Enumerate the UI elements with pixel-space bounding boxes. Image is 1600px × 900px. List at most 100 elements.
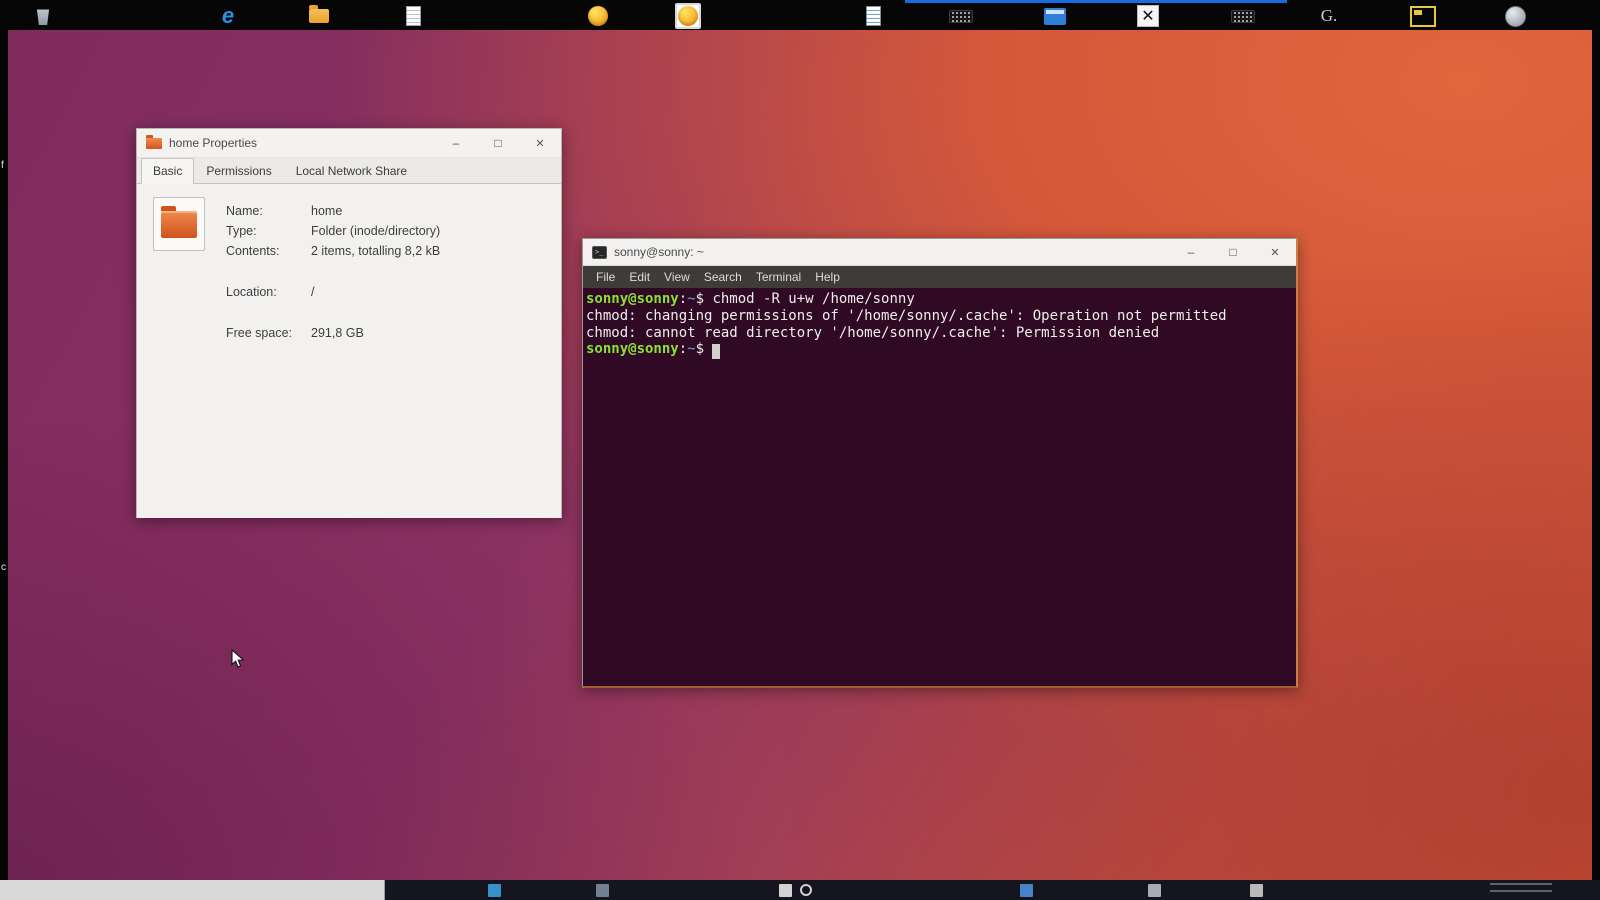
terminal-text: $ [695, 341, 713, 358]
taskbar-app-segment[interactable] [0, 880, 385, 900]
tab-local-network-share[interactable]: Local Network Share [284, 158, 419, 184]
terminal-body[interactable]: sonny@sonny:~$ chmod -R u+w /home/sonny c… [583, 288, 1296, 686]
emoji-icon[interactable] [585, 3, 611, 29]
recycle-bin-icon[interactable] [30, 3, 56, 29]
field-label: Location: [226, 285, 277, 299]
properties-fields: Name: home Type: Folder (inode/directory) Co… [226, 201, 553, 343]
minimize-button[interactable]: – [435, 129, 477, 157]
terminal-line: chmod: cannot read directory '/home/sonn… [586, 325, 1294, 342]
taskbar-icon[interactable] [779, 884, 792, 897]
terminal-cursor [712, 344, 721, 360]
maximize-button[interactable]: □ [1212, 239, 1254, 265]
taskbar-icon[interactable] [488, 884, 501, 897]
globe-icon[interactable] [1502, 3, 1528, 29]
terminal-text: ~ [687, 341, 696, 358]
terminal-text: : [678, 291, 688, 307]
field-value: / [311, 285, 315, 299]
yellow-window-icon[interactable] [1410, 3, 1436, 29]
keyboard-glyph [1231, 9, 1255, 23]
terminal-titlebar[interactable]: >_ sonny@sonny: ~ – □ ✕ [583, 239, 1296, 266]
field-label: Name: [226, 204, 263, 218]
document-icon[interactable] [860, 3, 886, 29]
terminal-text: ~ [687, 291, 696, 307]
keyboard-glyph [949, 9, 973, 23]
folder-glyph [309, 5, 329, 23]
terminal-text: chmod: cannot read directory '/home/sonn… [586, 324, 1160, 341]
field-row: Type: Folder (inode/directory) [226, 221, 553, 241]
field-value: Folder (inode/directory) [311, 224, 441, 238]
globe-glyph [1504, 5, 1526, 27]
taskbar-icon[interactable] [1020, 884, 1033, 897]
keyboard-icon[interactable] [1230, 3, 1256, 29]
window-controls: – □ ✕ [435, 129, 561, 157]
taskbar-icon[interactable] [1250, 884, 1263, 897]
emoji-framed-icon[interactable] [675, 3, 701, 29]
field-label: Contents: [226, 244, 280, 258]
terminal-line: chmod: changing permissions of '/home/so… [586, 308, 1294, 325]
menu-edit[interactable]: Edit [622, 270, 657, 284]
menu-help[interactable]: Help [808, 270, 847, 284]
properties-titlebar[interactable]: home Properties – □ ✕ [137, 129, 561, 158]
properties-content: Name: home Type: Folder (inode/directory) Co… [137, 184, 561, 518]
taskbar-icon[interactable] [1148, 884, 1161, 897]
window-glyph [1044, 7, 1066, 25]
close-button[interactable]: ✕ [519, 129, 561, 157]
taskbar-search-icon[interactable] [800, 884, 812, 896]
properties-tabs: Basic Permissions Local Network Share [137, 158, 561, 184]
tab-basic[interactable]: Basic [141, 158, 195, 184]
terminal-text: chmod: changing permissions of '/home/so… [586, 307, 1227, 324]
field-row: Location: / [226, 282, 553, 302]
close-button[interactable]: ✕ [1254, 239, 1296, 265]
smiley-glyph [588, 6, 608, 26]
menu-file[interactable]: File [589, 270, 622, 284]
folder-icon [146, 134, 162, 149]
menu-terminal[interactable]: Terminal [749, 270, 808, 284]
keyboard-icon[interactable] [948, 3, 974, 29]
field-row: Free space: 291,8 GB [226, 323, 553, 343]
terminal-text: chmod -R u+w /home/sonny [712, 291, 915, 307]
terminal-text: sonny@sonny [586, 341, 679, 358]
terminal-window: >_ sonny@sonny: ~ – □ ✕ File Edit View Sear… [582, 238, 1298, 688]
minimize-button[interactable]: – [1170, 239, 1212, 265]
e-glyph: e [221, 3, 235, 28]
properties-window: home Properties – □ ✕ Basic Permissions Lo… [136, 128, 562, 518]
field-value: 291,8 GB [311, 326, 364, 340]
document-glyph [865, 6, 881, 26]
host-icon-label-fragment: c [1, 562, 6, 573]
x-document-icon[interactable]: ✕ [1135, 3, 1161, 29]
menu-view[interactable]: View [657, 270, 697, 284]
field-value: 2 items, totalling 8,2 kB [311, 244, 441, 258]
window-outline-glyph [1410, 5, 1436, 27]
terminal-line: sonny@sonny:~$ [586, 341, 1294, 360]
maximize-button[interactable]: □ [477, 129, 519, 157]
x-glyph: ✕ [1137, 5, 1159, 27]
g-glyph: G. [1320, 6, 1338, 25]
field-row: Name: home [226, 201, 553, 221]
host-desktop-strip: e ✕ G. [0, 0, 1600, 30]
host-icon-label-fragment: f [1, 160, 4, 171]
g-shortcut-icon[interactable]: G. [1316, 3, 1342, 29]
browser-e-icon[interactable]: e [215, 3, 241, 29]
field-value: home [311, 204, 343, 218]
folder-icon[interactable] [306, 3, 332, 29]
menu-search[interactable]: Search [697, 270, 749, 284]
notepad-icon[interactable] [400, 3, 426, 29]
window-title: home Properties [169, 136, 258, 150]
terminal-line: sonny@sonny:~$ chmod -R u+w /home/sonny [586, 291, 1294, 308]
folder-icon [161, 205, 197, 238]
field-label: Type: [226, 224, 257, 238]
terminal-text: $ [695, 291, 713, 307]
terminal-text: sonny@sonny [586, 291, 679, 307]
screen: e ✕ G. f c home Properties – □ ✕ Basic Pe… [0, 0, 1600, 900]
terminal-icon: >_ [592, 245, 607, 259]
window-controls: – □ ✕ [1170, 239, 1296, 265]
tab-permissions[interactable]: Permissions [194, 158, 283, 184]
blue-window-icon[interactable] [1042, 3, 1068, 29]
mouse-cursor [231, 649, 245, 668]
host-taskbar [0, 880, 1600, 900]
recycle-bin-glyph [36, 9, 50, 25]
folder-preview-button[interactable] [153, 197, 205, 251]
taskbar-icon[interactable] [596, 884, 609, 897]
taskbar-clock-area[interactable] [1490, 883, 1552, 897]
field-label: Free space: [226, 326, 293, 340]
